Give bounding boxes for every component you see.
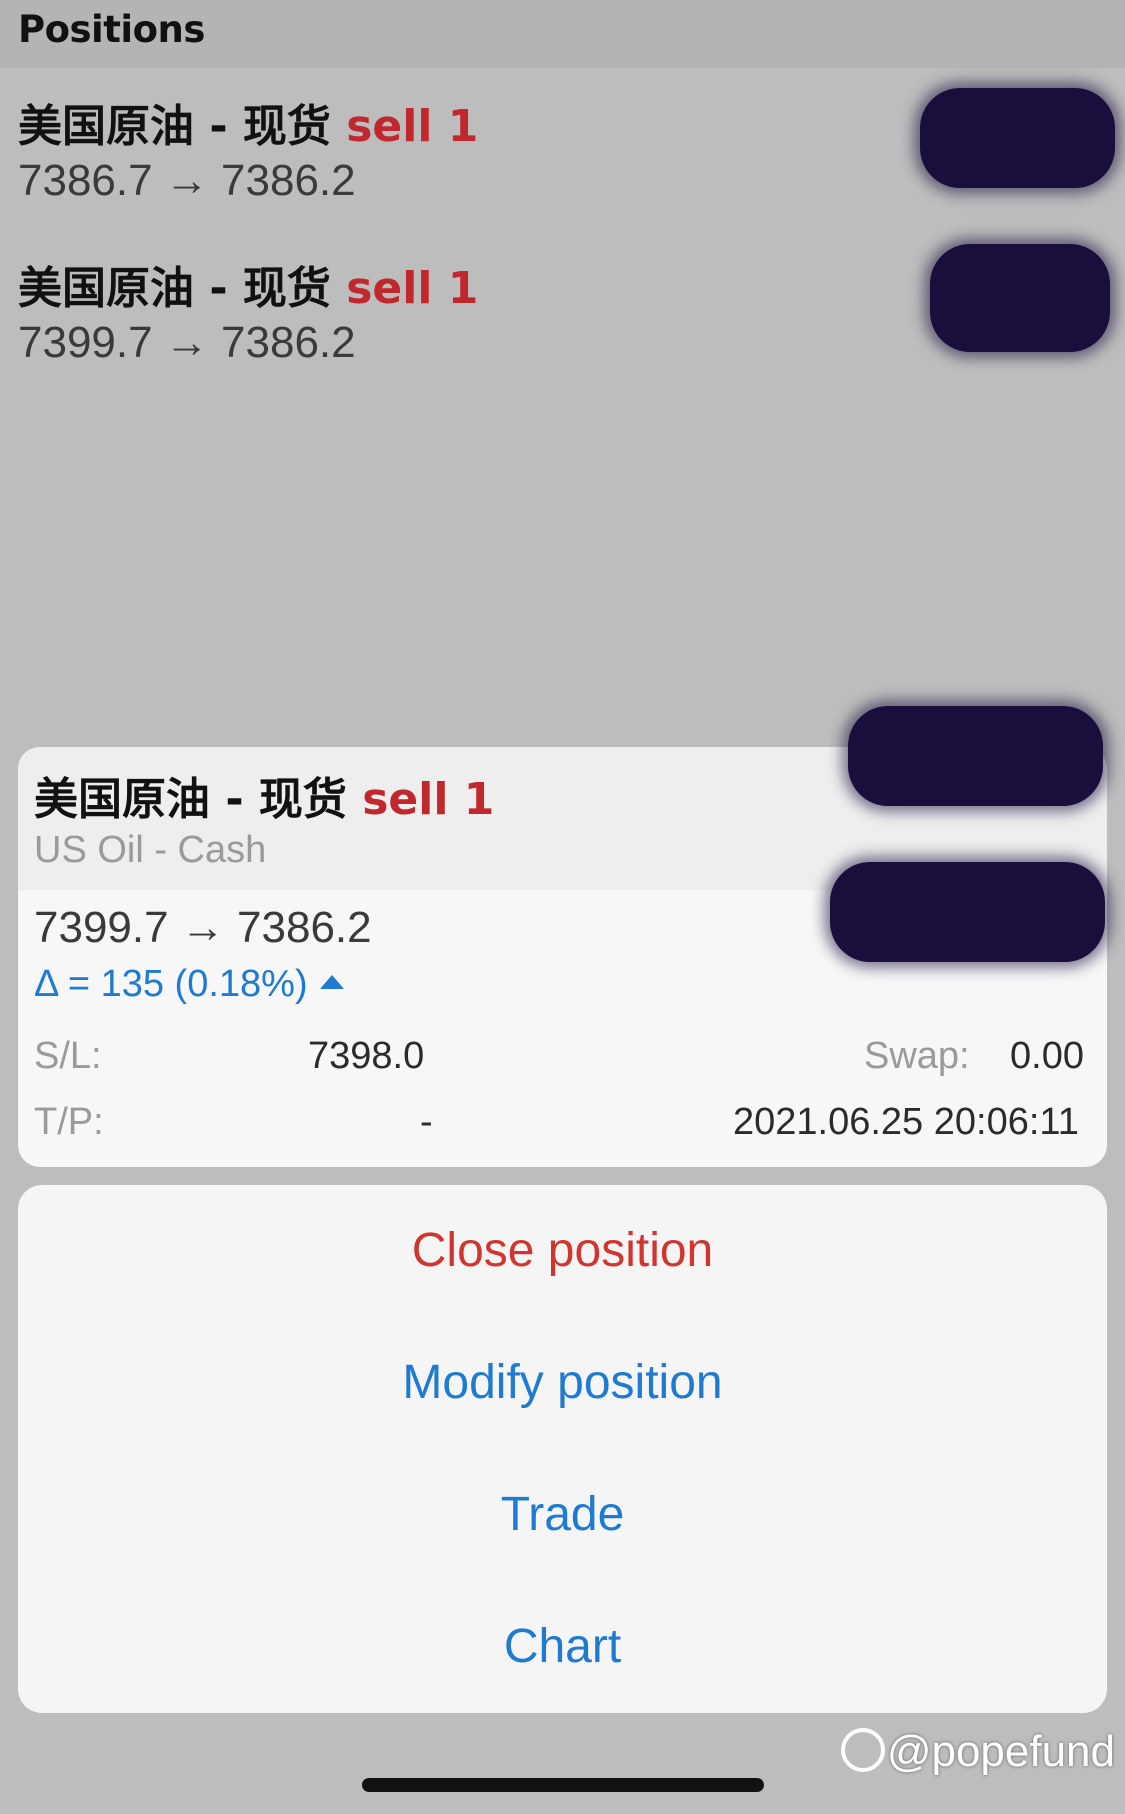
position-symbol: 美国原油 - 现货 sell 1 (18, 101, 479, 152)
detail-description: US Oil - Cash (34, 829, 267, 871)
redacted-value (830, 862, 1105, 962)
swap-value: 0.00 (1010, 1035, 1084, 1077)
page-title: Positions (18, 8, 205, 51)
sl-label: S/L: (34, 1035, 102, 1077)
redacted-profit (920, 88, 1115, 188)
tp-label: T/P: (34, 1101, 104, 1143)
open-time: 2021.06.25 20:06:11 (733, 1101, 1079, 1143)
watermark: @popefund (840, 1727, 1115, 1777)
modify-position-button[interactable]: Modify position (18, 1317, 1107, 1449)
sl-value: 7398.0 (308, 1035, 425, 1077)
position-type: sell 1 (346, 263, 479, 314)
caret-up-icon (319, 974, 344, 989)
redacted-profit (930, 244, 1110, 352)
position-symbol: 美国原油 - 现货 sell 1 (18, 263, 479, 314)
redacted-profit (848, 706, 1103, 806)
close-position-button[interactable]: Close position (18, 1185, 1107, 1317)
detail-symbol: 美国原油 - 现货 sell 1 (34, 774, 495, 825)
home-indicator[interactable] (362, 1778, 764, 1792)
detail-prices: 7399.7 → 7386.2 (34, 903, 372, 952)
trade-button[interactable]: Trade (18, 1449, 1107, 1581)
positions-header: Positions (0, 0, 1125, 68)
position-prices: 7386.7 → 7386.2 (18, 156, 356, 205)
weibo-logo-icon (840, 1728, 885, 1773)
swap-label: Swap: (864, 1035, 970, 1077)
tp-value: - (420, 1101, 433, 1143)
detail-delta: Δ = 135 (0.18%) (34, 963, 344, 1006)
detail-type: sell 1 (362, 774, 495, 825)
chart-button[interactable]: Chart (18, 1581, 1107, 1713)
action-sheet: Close position Modify position Trade Cha… (18, 1185, 1107, 1713)
position-prices: 7399.7 → 7386.2 (18, 318, 356, 367)
position-type: sell 1 (346, 101, 479, 152)
